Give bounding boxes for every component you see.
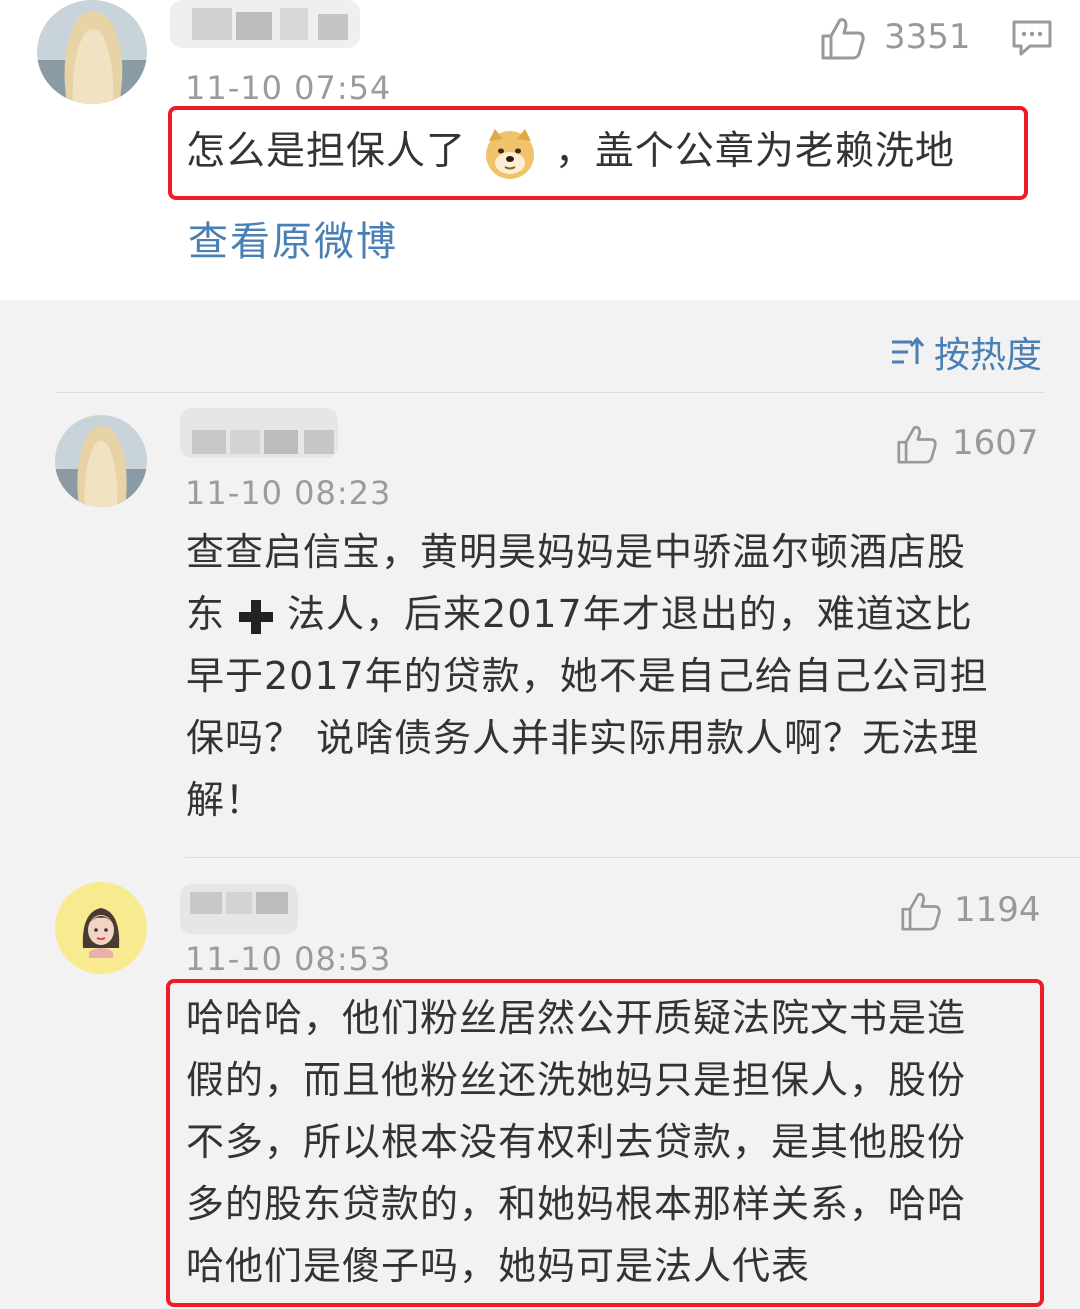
comment-line: 假的，而且他粉丝还洗她妈只是担保人，股份 <box>186 1058 967 1102</box>
doge-emoji-icon <box>486 128 535 179</box>
thumbs-up-icon[interactable] <box>820 16 866 60</box>
like-count: 3351 <box>884 17 971 57</box>
comment-timestamp: 11-10 08:53 <box>185 940 392 978</box>
comment-text-part: 东 <box>186 592 226 636</box>
comment-timestamp: 11-10 08:23 <box>185 474 392 512</box>
comment-line: 保吗？ 说啥债务人并非实际用款人啊？无法理 <box>186 716 980 760</box>
username-blurred[interactable] <box>180 884 298 934</box>
username-blurred[interactable] <box>170 0 360 48</box>
plus-icon <box>239 599 274 634</box>
comment-reply-icon[interactable] <box>1010 18 1054 58</box>
username-blurred[interactable] <box>180 408 338 458</box>
comment-text: 哈哈哈，他们粉丝居然公开质疑法院文书是造 假的，而且他粉丝还洗她妈只是担保人，股… <box>186 987 1036 1297</box>
comment-line: 哈哈哈，他们粉丝居然公开质疑法院文书是造 <box>186 996 967 1040</box>
sort-label: 按热度 <box>934 335 1043 376</box>
comment-text: 怎么是担保人了 ，盖个公章为老赖洗地 <box>186 121 955 183</box>
comment-timestamp: 11-10 07:54 <box>185 69 392 107</box>
thumbs-up-icon[interactable] <box>900 891 942 931</box>
like-count: 1607 <box>952 423 1039 463</box>
comment-line: 哈他们是傻子吗，她妈可是法人代表 <box>186 1244 811 1288</box>
comment-line: 东 法人，后来2017年才退出的，难道这比 <box>186 583 1046 645</box>
comment-text-part: 怎么是担保人了 <box>186 129 467 174</box>
divider <box>185 857 1080 858</box>
sort-toggle[interactable]: 按热度 <box>890 326 1042 378</box>
sort-icon <box>892 336 924 364</box>
comment-text-part: 法人，后来2017年才退出的，难道这比 <box>287 592 973 636</box>
comment-text: 查查启信宝，黄明昊妈妈是中骄温尔顿酒店股 东 法人，后来2017年才退出的，难道这… <box>186 521 1046 831</box>
comment-line: 解！ <box>186 778 265 822</box>
view-original-weibo-link[interactable]: 查看原微博 <box>188 222 398 262</box>
avatar[interactable] <box>55 415 147 507</box>
like-count: 1194 <box>954 890 1041 930</box>
comment-line: 查查启信宝，黄明昊妈妈是中骄温尔顿酒店股 <box>186 530 967 574</box>
avatar[interactable] <box>55 882 147 974</box>
comment-line: 早于2017年的贷款，她不是自己给自己公司担 <box>186 654 989 698</box>
thumbs-up-icon[interactable] <box>896 424 938 464</box>
comment-line: 多的股东贷款的，和她妈根本那样关系，哈哈 <box>186 1182 967 1226</box>
comment-line: 不多，所以根本没有权利去贷款，是其他股份 <box>186 1120 967 1164</box>
comment-text-part: ，盖个公章为老赖洗地 <box>554 129 955 174</box>
avatar[interactable] <box>37 0 147 104</box>
divider <box>55 392 1045 393</box>
